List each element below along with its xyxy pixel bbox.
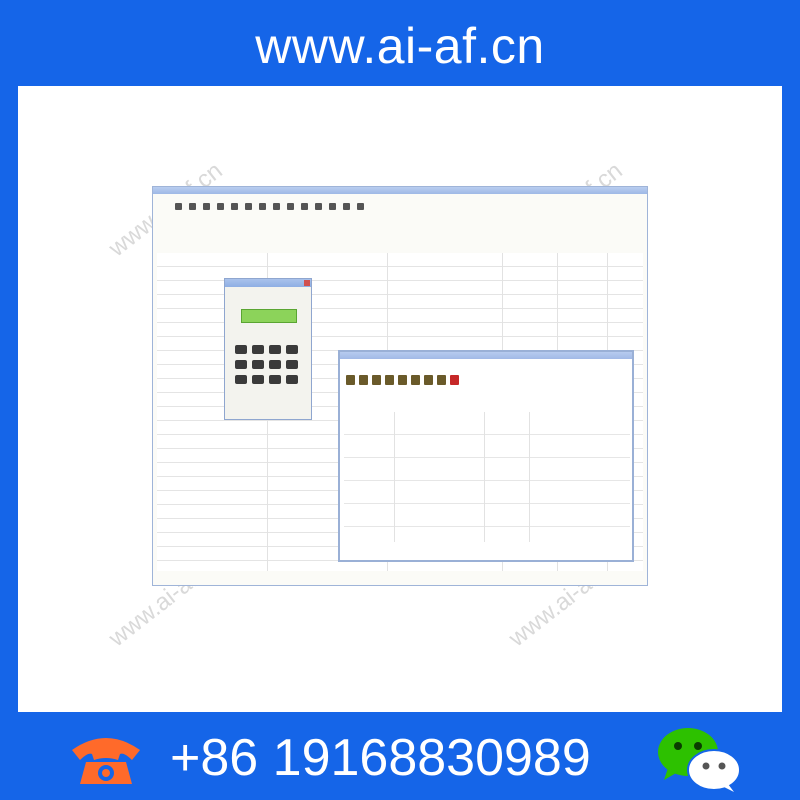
column-divider — [484, 412, 485, 542]
toolbar-button[interactable] — [217, 202, 224, 210]
wechat-icon — [658, 728, 741, 792]
keypad-button[interactable] — [235, 360, 247, 369]
toolbar — [346, 372, 459, 388]
data-grid[interactable] — [344, 412, 630, 542]
toolbar-button[interactable] — [301, 202, 308, 210]
secondary-window[interactable] — [338, 350, 634, 562]
toolbar-button[interactable] — [411, 375, 420, 385]
toolbar-button[interactable] — [346, 375, 355, 385]
column-divider — [529, 412, 530, 542]
toolbar-button[interactable] — [329, 202, 336, 210]
column-divider — [394, 412, 395, 542]
keypad-button[interactable] — [269, 360, 281, 369]
keypad-button[interactable] — [235, 345, 247, 354]
toolbar-button[interactable] — [273, 202, 280, 210]
close-icon[interactable] — [304, 280, 310, 286]
keypad-button[interactable] — [252, 360, 264, 369]
window-title-bar[interactable] — [153, 187, 647, 194]
phone-number[interactable]: +86 19168830989 — [170, 730, 591, 786]
toolbar-button[interactable] — [385, 375, 394, 385]
dialog-title-bar[interactable] — [225, 279, 311, 287]
toolbar-button[interactable] — [259, 202, 266, 210]
phone-icon — [72, 738, 140, 784]
keypad-display — [241, 309, 297, 323]
bottom-banner: +86 19168830989 — [0, 712, 800, 800]
toolbar-button[interactable] — [398, 375, 407, 385]
keypad-button[interactable] — [286, 375, 298, 384]
list-header — [344, 402, 630, 410]
keypad-dialog[interactable] — [224, 278, 312, 420]
toolbar-button[interactable] — [189, 202, 196, 210]
toolbar-button[interactable] — [287, 202, 294, 210]
keypad-button[interactable] — [235, 375, 247, 384]
keypad-button[interactable] — [269, 345, 281, 354]
toolbar-button[interactable] — [357, 202, 364, 210]
status-bar — [153, 573, 647, 585]
toolbar-button[interactable] — [203, 202, 210, 210]
keypad-button[interactable] — [286, 360, 298, 369]
toolbar-button[interactable] — [437, 375, 446, 385]
keypad-button[interactable] — [252, 345, 264, 354]
top-banner: www.ai-af.cn — [0, 0, 800, 86]
toolbar-button[interactable] — [343, 202, 350, 210]
keypad-button[interactable] — [286, 345, 298, 354]
window-title-bar[interactable] — [340, 352, 632, 359]
toolbar-button[interactable] — [424, 375, 433, 385]
toolbar-button[interactable] — [359, 375, 368, 385]
toolbar-button[interactable] — [231, 202, 238, 210]
toolbar-button[interactable] — [372, 375, 381, 385]
toolbar-button[interactable] — [315, 202, 322, 210]
keypad — [235, 345, 301, 384]
toolbar-button[interactable] — [245, 202, 252, 210]
keypad-button[interactable] — [252, 375, 264, 384]
toolbar — [153, 194, 647, 218]
keypad-button[interactable] — [269, 375, 281, 384]
toolbar-button[interactable] — [175, 202, 182, 210]
list-header — [157, 239, 643, 254]
stop-icon[interactable] — [450, 375, 459, 385]
website-url: www.ai-af.cn — [255, 18, 545, 74]
